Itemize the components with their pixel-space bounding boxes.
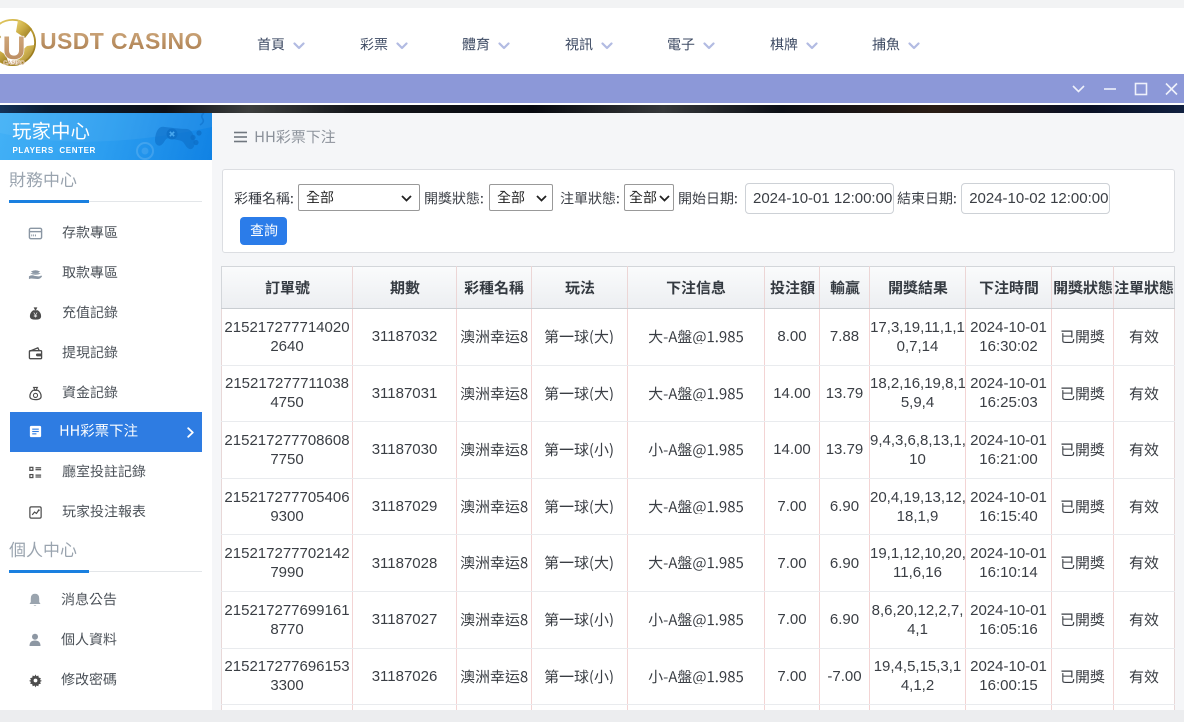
svg-text:¥: ¥	[34, 312, 38, 319]
svg-text:CASINO: CASINO	[3, 61, 25, 67]
